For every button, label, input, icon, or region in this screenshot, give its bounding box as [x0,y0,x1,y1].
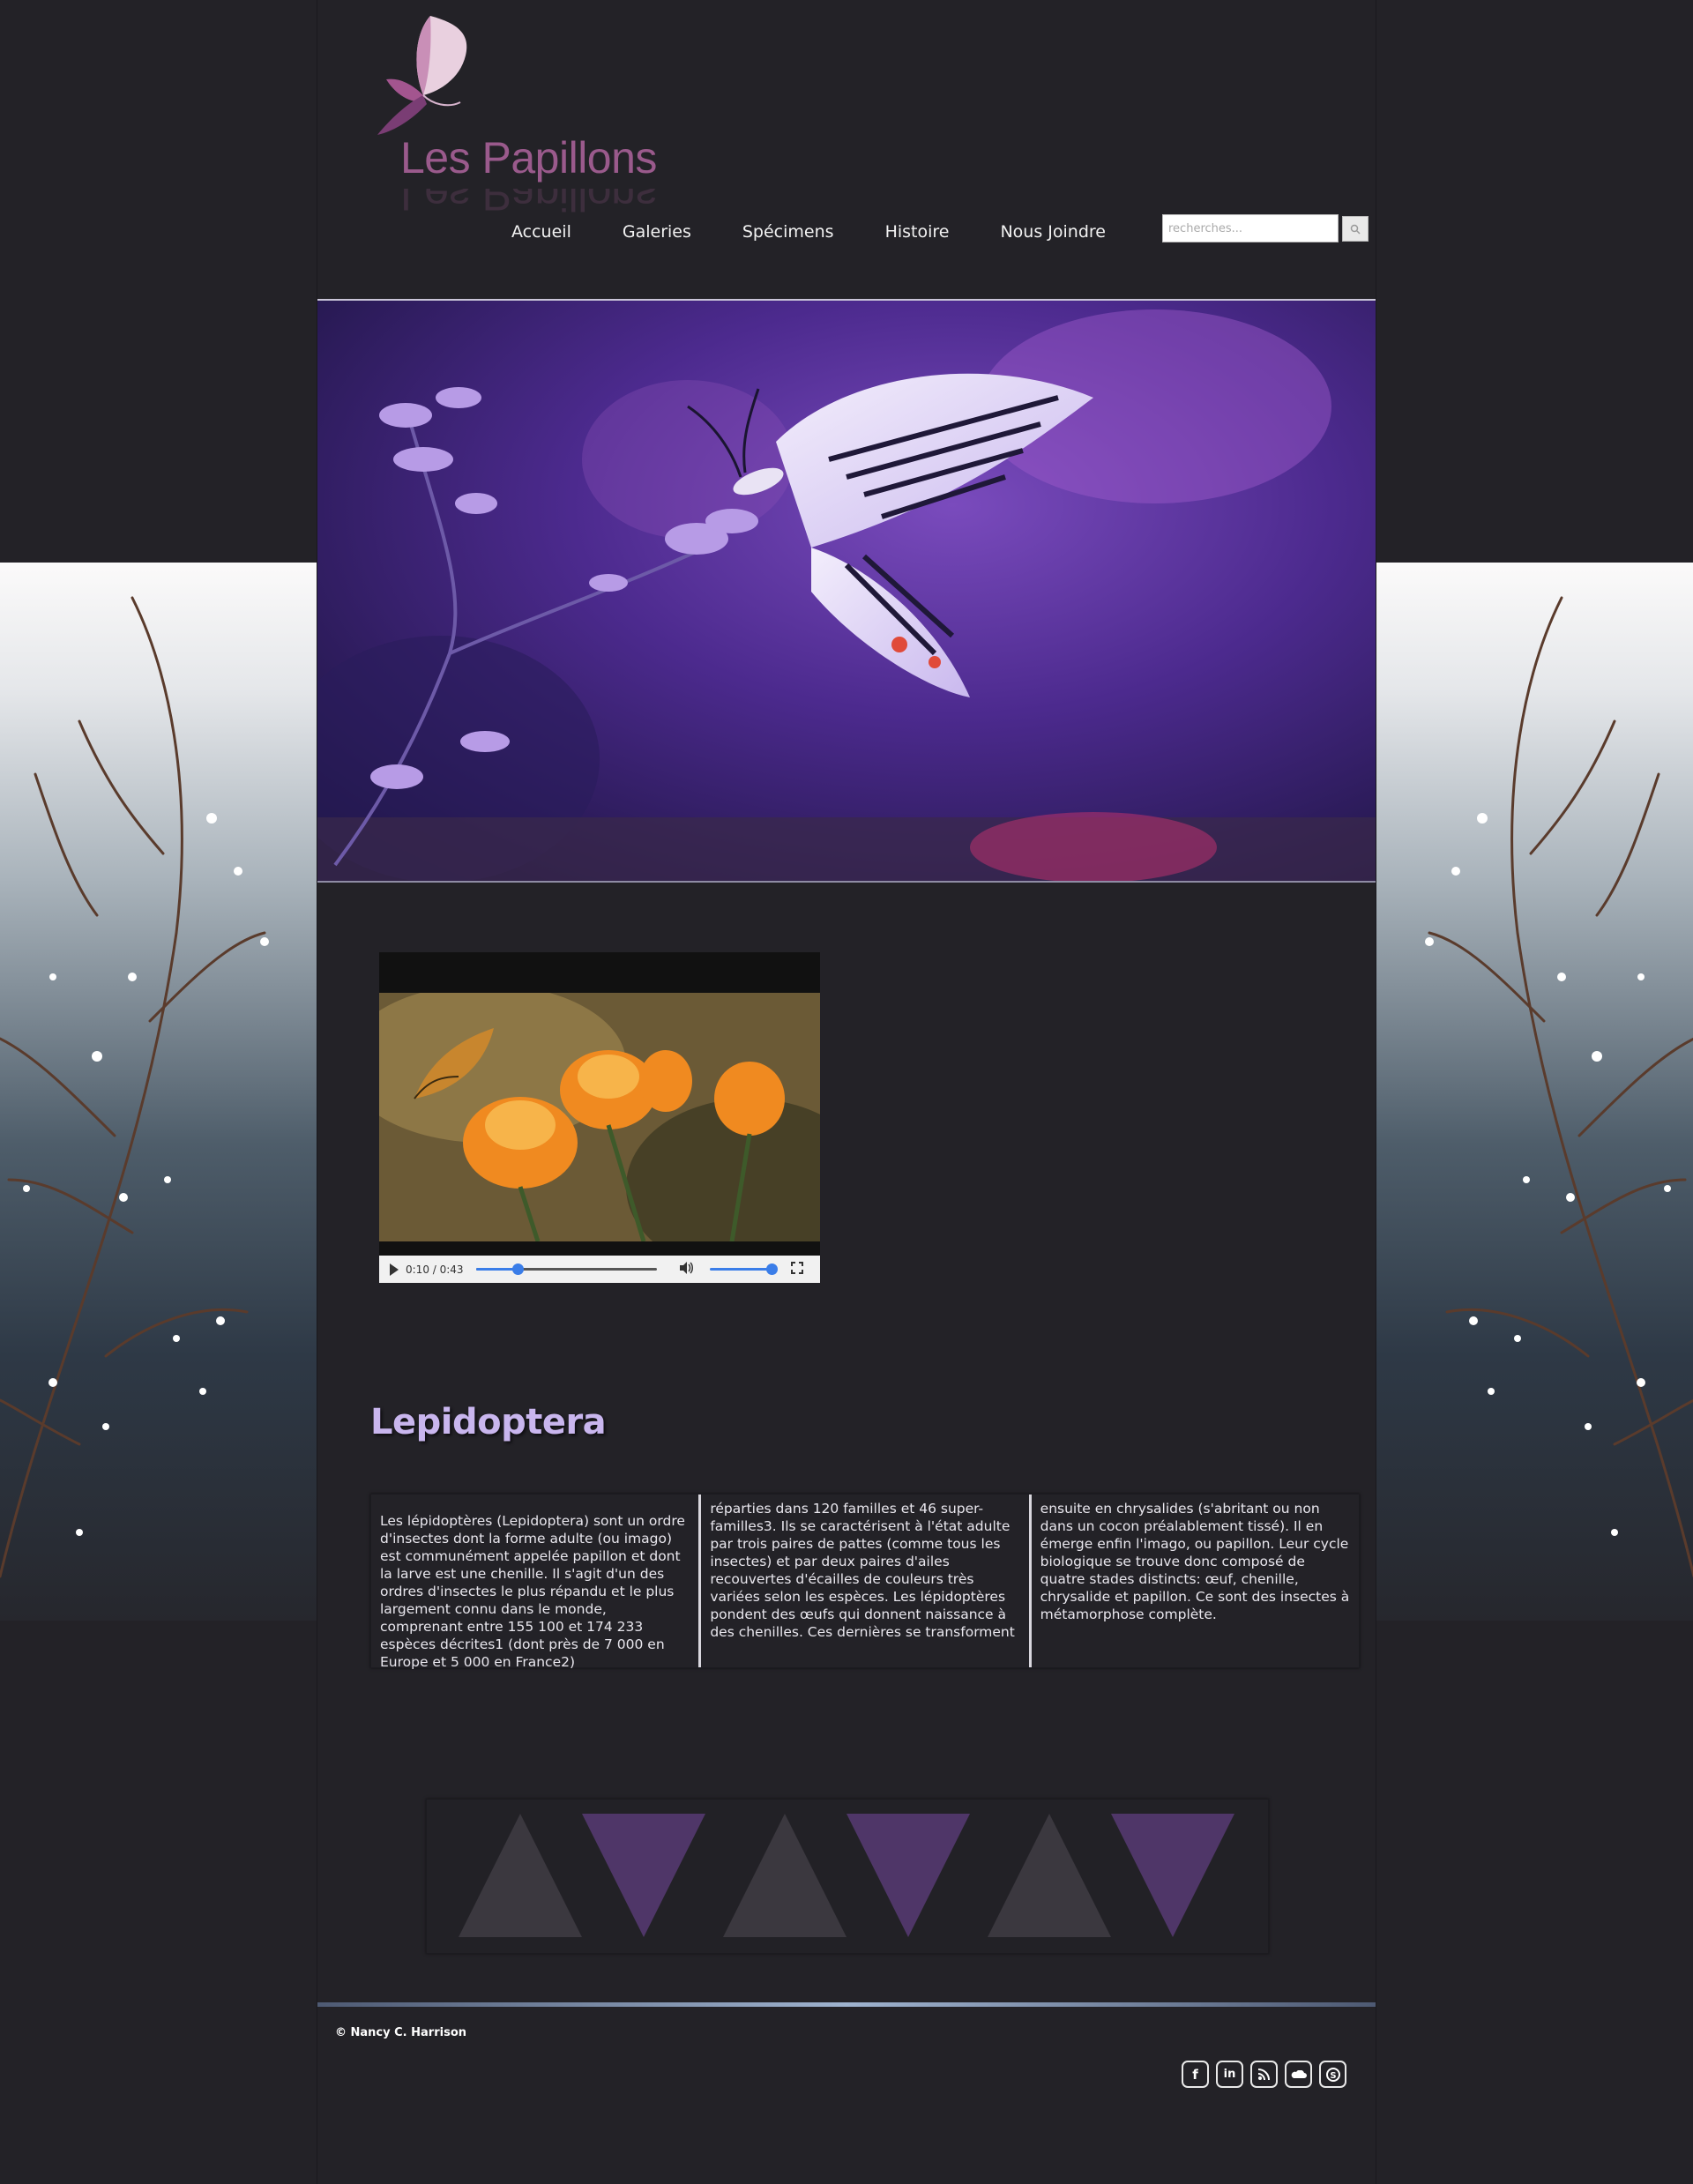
triangle-up [459,1814,582,1937]
video-progress-knob[interactable] [511,1263,524,1275]
nav-item-histoire[interactable]: Histoire [885,222,950,242]
nav-item-accueil[interactable]: Accueil [511,222,571,242]
butterfly-hero-illustration [317,301,1376,881]
fullscreen-icon[interactable] [790,1262,803,1277]
page-container: Les Papillons Les Papillons Accueil Gale… [317,0,1376,2184]
video-player[interactable]: 0:10 / 0:43 [379,952,820,1283]
video-progress-fill [475,1268,518,1271]
rss-icon[interactable] [1250,2061,1278,2088]
left-decorative-panel [0,563,317,1621]
triangle-up [723,1814,846,1937]
article-column-3: ensuite en chrysalides (s'abritant ou no… [1028,1495,1359,1667]
branch-illustration-right [1425,596,1693,1578]
soundcloud-icon[interactable] [1285,2061,1312,2088]
svg-text:S: S [1330,2071,1336,2081]
butterfly-logo-icon [377,16,467,135]
volume-icon[interactable] [678,1261,694,1278]
video-controls: 0:10 / 0:43 [379,1256,820,1283]
article-column-2: réparties dans 120 familles et 46 super-… [698,1495,1028,1667]
site-logo[interactable] [362,7,626,219]
play-icon[interactable] [390,1263,399,1276]
nav-item-nous-joindre[interactable]: Nous Joindre [1000,222,1106,242]
social-links: f in S [1182,2061,1354,2088]
video-thumbnail [379,993,820,1241]
skype-icon[interactable]: S [1319,2061,1346,2088]
nav-item-galeries[interactable]: Galeries [623,222,691,242]
main-navigation: Accueil Galeries Spécimens Histoire Nous… [511,222,1157,242]
article-column-1: Les lépidoptères (Lepidoptera) sont un o… [380,1513,685,1670]
page-title: Lepidoptera [370,1402,607,1442]
search-icon [1350,224,1361,235]
logo-text-reflection: Les Papillons [400,189,657,220]
video-frame [379,993,820,1241]
linkedin-icon[interactable]: in [1216,2061,1243,2088]
triangle-decoration [426,1799,1269,1954]
copyright-text: © Nancy C. Harrison [335,2026,466,2039]
logo-text: Les Papillons [400,133,657,183]
search-button[interactable] [1342,216,1369,242]
facebook-icon[interactable]: f [1182,2061,1209,2088]
video-progress-slider[interactable] [475,1263,657,1275]
footer-divider [317,2002,1376,2007]
triangle-down [582,1814,705,1937]
volume-knob[interactable] [765,1263,778,1275]
triangle-down [1111,1814,1234,1937]
right-decorative-panel [1376,563,1693,1621]
triangle-up [988,1814,1111,1937]
article-columns: Les lépidoptères (Lepidoptera) sont un o… [370,1494,1360,1670]
video-time: 0:10 / 0:43 [406,1263,464,1276]
branch-illustration-left [0,596,269,1578]
volume-slider[interactable] [709,1263,778,1275]
search-input[interactable] [1162,214,1339,242]
nav-item-specimens[interactable]: Spécimens [742,222,834,242]
hero-image [317,299,1376,883]
triangle-down [846,1814,970,1937]
